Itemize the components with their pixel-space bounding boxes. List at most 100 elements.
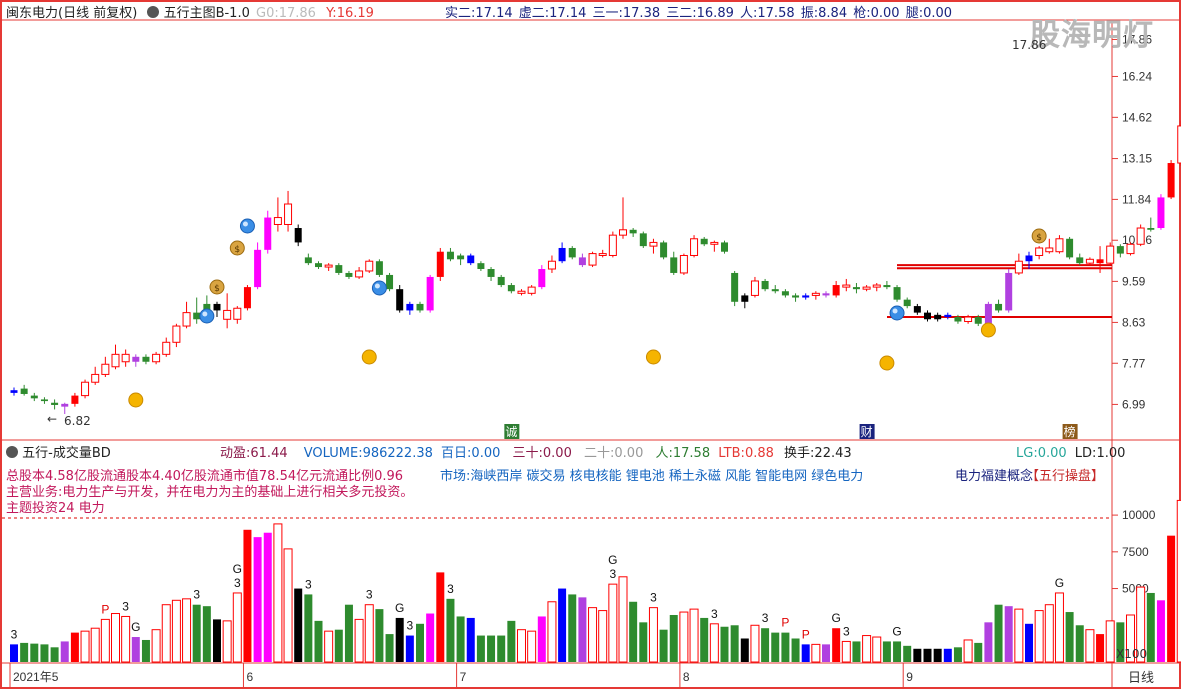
candle-body[interactable] bbox=[101, 363, 110, 375]
candle-body[interactable] bbox=[731, 272, 739, 302]
candle-body[interactable] bbox=[436, 251, 444, 277]
candle-body[interactable] bbox=[1157, 197, 1165, 229]
candle-body[interactable] bbox=[1076, 257, 1084, 264]
candle-body[interactable] bbox=[416, 303, 424, 311]
volume-bar[interactable] bbox=[872, 636, 882, 663]
volume-bar[interactable] bbox=[111, 613, 120, 663]
volume-bar[interactable] bbox=[1096, 634, 1105, 662]
volume-panel-name[interactable]: 五行-成交量BD bbox=[22, 446, 111, 461]
volume-bar[interactable] bbox=[953, 647, 962, 662]
volume-bar[interactable] bbox=[578, 597, 587, 662]
candle-body[interactable] bbox=[223, 309, 232, 320]
volume-bar[interactable] bbox=[984, 622, 993, 662]
volume-bar[interactable] bbox=[1004, 606, 1013, 662]
candle-body[interactable] bbox=[862, 286, 871, 290]
volume-bar[interactable] bbox=[436, 572, 445, 662]
candle-body[interactable] bbox=[619, 229, 627, 236]
volume-bar[interactable] bbox=[263, 532, 272, 662]
candle-body[interactable] bbox=[233, 307, 242, 320]
candle-body[interactable] bbox=[944, 314, 952, 318]
candle-body[interactable] bbox=[802, 295, 810, 298]
settings-icon[interactable] bbox=[147, 6, 160, 18]
volume-bar[interactable] bbox=[648, 607, 658, 663]
volume-bar[interactable] bbox=[730, 625, 739, 662]
candle-body[interactable] bbox=[193, 312, 201, 320]
volume-bar[interactable] bbox=[497, 635, 506, 662]
volume-bar[interactable] bbox=[40, 644, 49, 662]
volume-bar[interactable] bbox=[80, 630, 90, 663]
candle-body[interactable] bbox=[172, 325, 181, 343]
candle-body[interactable] bbox=[284, 203, 293, 225]
volume-bar[interactable] bbox=[1025, 623, 1033, 662]
volume-bar[interactable] bbox=[294, 588, 303, 662]
candle-body[interactable] bbox=[964, 316, 973, 323]
volume-bar[interactable] bbox=[750, 624, 760, 663]
candle-body[interactable] bbox=[294, 228, 302, 243]
candle-body[interactable] bbox=[213, 303, 221, 311]
candle-body[interactable] bbox=[273, 217, 282, 225]
candle-body[interactable] bbox=[1045, 247, 1054, 253]
volume-bar[interactable] bbox=[476, 635, 485, 662]
candle-body[interactable] bbox=[974, 317, 982, 324]
candle-body[interactable] bbox=[20, 388, 28, 394]
candle-body[interactable] bbox=[670, 257, 678, 273]
candle-body[interactable] bbox=[315, 263, 322, 268]
volume-bar[interactable] bbox=[192, 604, 201, 662]
candle-body[interactable] bbox=[467, 255, 475, 264]
candle-body[interactable] bbox=[1025, 255, 1033, 262]
volume-bar[interactable] bbox=[558, 588, 567, 662]
candle-body[interactable] bbox=[243, 287, 251, 309]
candle-body[interactable] bbox=[649, 241, 658, 247]
candle-body[interactable] bbox=[1005, 272, 1013, 311]
volume-bar[interactable] bbox=[771, 632, 780, 662]
volume-bar[interactable] bbox=[70, 632, 79, 662]
candle-body[interactable] bbox=[903, 299, 911, 307]
volume-bar[interactable] bbox=[1146, 592, 1155, 662]
candle-body[interactable] bbox=[547, 260, 556, 270]
candle-body[interactable] bbox=[639, 233, 647, 247]
volume-bar[interactable] bbox=[202, 606, 211, 662]
volume-bar[interactable] bbox=[334, 629, 343, 662]
candle-body[interactable] bbox=[934, 314, 942, 320]
volume-bar[interactable] bbox=[761, 628, 770, 662]
volume-bar[interactable] bbox=[446, 598, 455, 662]
candle-body[interactable] bbox=[487, 269, 495, 277]
volume-bar[interactable] bbox=[90, 627, 100, 663]
candle-body[interactable] bbox=[355, 270, 364, 278]
candle-body[interactable] bbox=[324, 264, 333, 268]
volume-bar[interactable] bbox=[1176, 499, 1181, 663]
volume-bar[interactable] bbox=[740, 638, 749, 662]
volume-bar[interactable] bbox=[841, 640, 851, 663]
volume-bar[interactable] bbox=[933, 648, 942, 662]
candle-body[interactable] bbox=[111, 353, 120, 368]
volume-bar[interactable] bbox=[1034, 610, 1044, 663]
volume-bar[interactable] bbox=[517, 629, 526, 663]
candle-body[interactable] bbox=[822, 293, 830, 296]
candle-body[interactable] bbox=[61, 403, 69, 407]
candle-body[interactable] bbox=[598, 253, 607, 256]
volume-bar[interactable] bbox=[1014, 608, 1024, 663]
candle-body[interactable] bbox=[710, 241, 719, 245]
volume-bar[interactable] bbox=[598, 610, 608, 663]
candle-body[interactable] bbox=[954, 317, 962, 322]
candle-body[interactable] bbox=[792, 295, 800, 298]
candle-body[interactable] bbox=[446, 251, 454, 260]
volume-bar[interactable] bbox=[314, 620, 323, 662]
candle-body[interactable] bbox=[660, 242, 668, 258]
volume-bar[interactable] bbox=[1085, 629, 1095, 663]
candle-body[interactable] bbox=[1147, 228, 1155, 230]
volume-bar[interactable] bbox=[182, 598, 192, 663]
candle-body[interactable] bbox=[375, 261, 383, 275]
volume-bar[interactable] bbox=[791, 638, 800, 662]
info-line-1d[interactable]: 【五行操盘】 bbox=[1026, 469, 1104, 485]
volume-bar[interactable] bbox=[405, 635, 414, 662]
candle-body[interactable] bbox=[781, 291, 789, 296]
candle-body[interactable] bbox=[842, 284, 851, 288]
volume-bar[interactable] bbox=[487, 635, 496, 662]
volume-bar[interactable] bbox=[466, 617, 475, 662]
candle-body[interactable] bbox=[121, 353, 130, 363]
volume-bar[interactable] bbox=[324, 630, 334, 663]
candle-body[interactable] bbox=[1066, 238, 1074, 258]
volume-bar[interactable] bbox=[963, 639, 973, 663]
volume-bar[interactable] bbox=[1156, 600, 1165, 662]
